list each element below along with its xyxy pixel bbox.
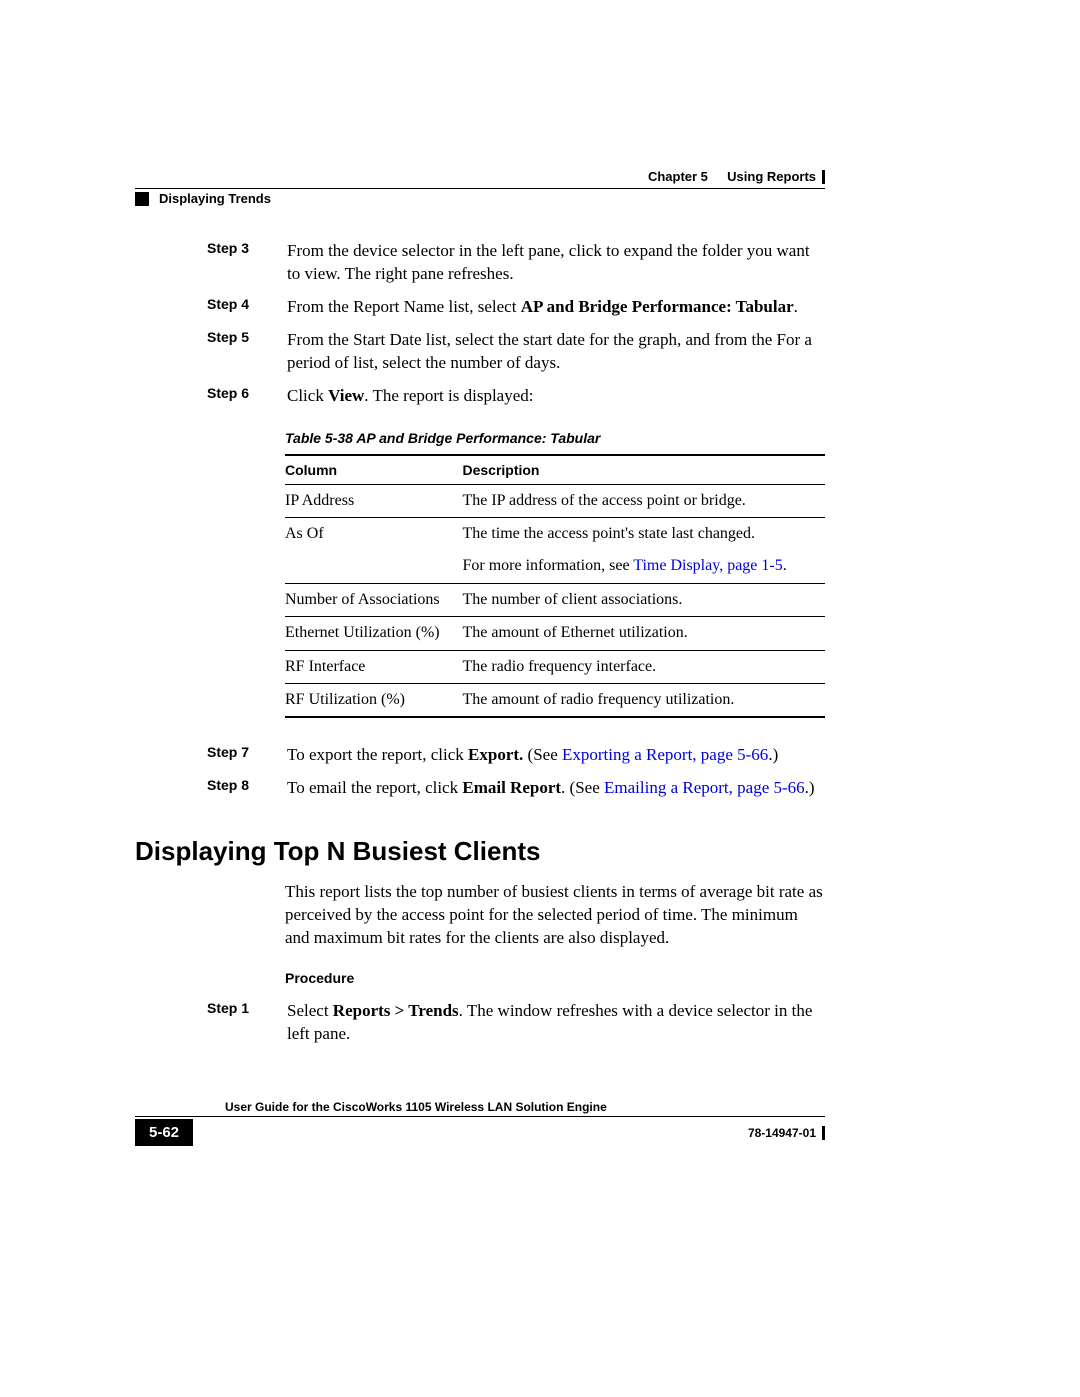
body-paragraph: This report lists the top number of busi… [285, 881, 825, 950]
step-text: To email the report, click Email Report.… [287, 777, 825, 800]
time-display-link[interactable]: Time Display, page 1-5 [633, 557, 782, 574]
step-text: From the Report Name list, select AP and… [287, 296, 825, 319]
step-text: To export the report, click Export. (See… [287, 744, 825, 767]
chapter-number: Chapter 5 [648, 169, 708, 184]
step-text: Click View. The report is displayed: [287, 385, 825, 408]
step-row: Step 4 From the Report Name list, select… [135, 296, 825, 319]
table-row: As Of The time the access point's state … [285, 518, 825, 551]
step-label: Step 4 [135, 296, 283, 312]
step-row: Step 1 Select Reports > Trends. The wind… [135, 1000, 825, 1046]
step-label: Step 6 [135, 385, 283, 401]
step-label: Step 8 [135, 777, 283, 793]
footer-doc-title: User Guide for the CiscoWorks 1105 Wirel… [225, 1100, 825, 1114]
section-name: Displaying Trends [159, 191, 271, 206]
footer-rule-icon [822, 1126, 825, 1140]
procedure-label: Procedure [285, 970, 825, 986]
performance-table: Column Description IP Address The IP add… [285, 454, 825, 719]
header-rule-icon [822, 170, 825, 184]
page-footer: User Guide for the CiscoWorks 1105 Wirel… [135, 1100, 825, 1146]
step-label: Step 7 [135, 744, 283, 760]
step-row: Step 6 Click View. The report is display… [135, 385, 825, 408]
step-row: Step 5 From the Start Date list, select … [135, 329, 825, 375]
table-row: Number of Associations The number of cli… [285, 583, 825, 616]
step-row: Step 3 From the device selector in the l… [135, 240, 825, 286]
page-header: Chapter 5 Using Reports Displaying Trend… [135, 169, 825, 206]
section-marker-icon [135, 192, 149, 206]
table-row: RF Interface The radio frequency interfa… [285, 650, 825, 683]
emailing-report-link[interactable]: Emailing a Report, page 5-66 [604, 778, 805, 797]
table-row: IP Address The IP address of the access … [285, 484, 825, 517]
col-header: Description [462, 455, 825, 485]
step-text: From the device selector in the left pan… [287, 240, 825, 286]
table-row: Ethernet Utilization (%) The amount of E… [285, 617, 825, 650]
step-label: Step 1 [135, 1000, 283, 1016]
table-row: For more information, see Time Display, … [285, 550, 825, 583]
table-caption: Table 5-38 AP and Bridge Performance: Ta… [285, 430, 825, 446]
page-content: Step 3 From the device selector in the l… [135, 240, 825, 1056]
exporting-report-link[interactable]: Exporting a Report, page 5-66 [562, 745, 768, 764]
chapter-title: Using Reports [727, 169, 816, 184]
step-label: Step 3 [135, 240, 283, 256]
step-text: From the Start Date list, select the sta… [287, 329, 825, 375]
table-row: RF Utilization (%) The amount of radio f… [285, 683, 825, 717]
step-row: Step 7 To export the report, click Expor… [135, 744, 825, 767]
step-text: Select Reports > Trends. The window refr… [287, 1000, 825, 1046]
document-number: 78-14947-01 [748, 1126, 816, 1140]
step-label: Step 5 [135, 329, 283, 345]
section-heading: Displaying Top N Busiest Clients [135, 836, 825, 867]
col-header: Column [285, 455, 462, 485]
step-row: Step 8 To email the report, click Email … [135, 777, 825, 800]
page-number: 5-62 [135, 1119, 193, 1146]
